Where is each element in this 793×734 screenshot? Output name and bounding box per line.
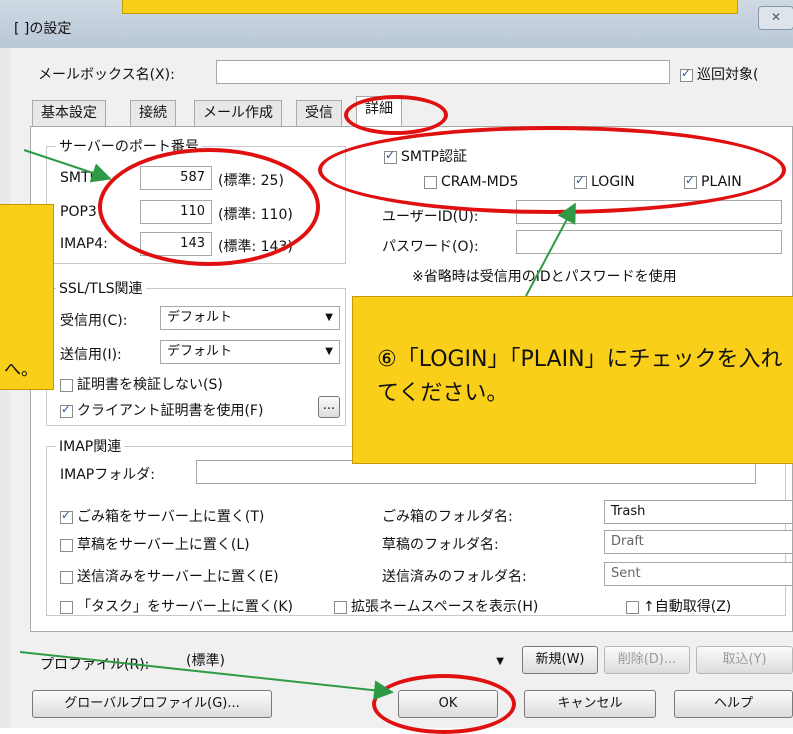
arrow-to-ports xyxy=(23,149,112,183)
annotation-arrows xyxy=(19,149,576,701)
arrow-to-ok xyxy=(19,651,394,701)
arrow-to-login xyxy=(525,202,576,297)
